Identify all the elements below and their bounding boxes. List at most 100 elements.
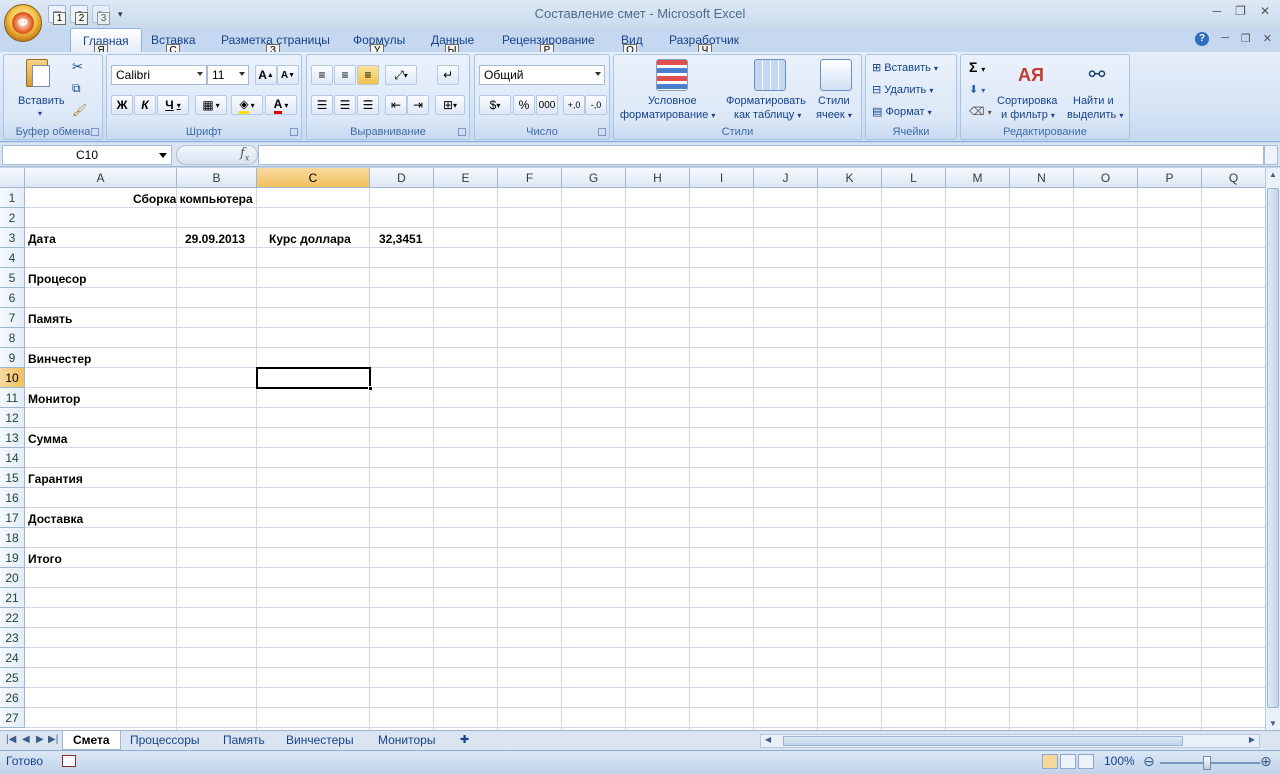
underline-button[interactable]: Ч ▾ (157, 95, 189, 115)
number-launcher-icon[interactable] (598, 128, 606, 136)
normal-view-icon[interactable] (1042, 754, 1058, 769)
row-header[interactable]: 27 (0, 708, 25, 728)
wrap-text-icon[interactable]: ↵ (437, 65, 459, 85)
row-header[interactable]: 15 (0, 468, 25, 488)
insert-function-icon[interactable]: fx (240, 146, 249, 163)
thousands-icon[interactable]: 000 (536, 95, 558, 115)
row-header[interactable]: 9 (0, 348, 25, 368)
cell-a5[interactable]: Процесор (28, 272, 87, 286)
decrease-indent-icon[interactable]: ⇤ (385, 95, 407, 115)
align-center-icon[interactable]: ☰ (334, 95, 356, 115)
column-header[interactable]: O (1074, 168, 1138, 188)
save-icon[interactable]: ▣1 (48, 5, 66, 25)
name-box[interactable]: C10 (2, 145, 172, 165)
align-top-icon[interactable]: ≡ (311, 65, 333, 85)
sheet-tab-memory[interactable]: Память (213, 731, 275, 750)
select-all-button[interactable] (0, 168, 25, 188)
insert-sheet-icon[interactable]: ✚ (450, 731, 479, 750)
column-header[interactable]: G (562, 168, 626, 188)
align-right-icon[interactable]: ☰ (357, 95, 379, 115)
cell-styles-button[interactable]: Стили ячеек ▾ (814, 57, 860, 121)
restore-icon[interactable]: ❐ (1235, 4, 1246, 18)
row-header[interactable]: 16 (0, 488, 25, 508)
cut-icon[interactable]: ✂ (72, 59, 83, 75)
copy-icon[interactable]: ⧉ (72, 81, 81, 96)
align-middle-icon[interactable]: ≡ (334, 65, 356, 85)
row-header[interactable]: 21 (0, 588, 25, 608)
doc-restore-icon[interactable]: ❐ (1241, 32, 1251, 46)
redo-icon[interactable]: ↷3 (92, 5, 110, 25)
merge-center-icon[interactable]: ⊞ ▾ (435, 95, 465, 115)
row-header[interactable]: 25 (0, 668, 25, 688)
font-size-select[interactable]: 11 (207, 65, 249, 85)
undo-icon[interactable]: ↶2 (70, 5, 88, 25)
column-header[interactable]: E (434, 168, 498, 188)
column-header[interactable]: H (626, 168, 690, 188)
sheet-tab-smeta[interactable]: Смета (62, 731, 121, 750)
column-header[interactable]: M (946, 168, 1010, 188)
cell-d3[interactable]: 32,3451 (379, 232, 422, 246)
format-painter-icon[interactable]: 🖌 (72, 103, 87, 117)
worksheet-grid[interactable]: ABCDEFGHIJKLMNOPQ 1 2 3 4 5 6 7 8 9 10 11 12 13 14 15 1… (0, 168, 1280, 730)
close-icon[interactable]: ✕ (1260, 4, 1270, 18)
zoom-out-icon[interactable]: ⊖ (1143, 753, 1155, 770)
page-layout-view-icon[interactable] (1060, 754, 1076, 769)
column-header[interactable]: A (25, 168, 177, 188)
row-header[interactable]: 22 (0, 608, 25, 628)
cell-a13[interactable]: Сумма (28, 432, 67, 446)
clear-icon[interactable]: ⌫ ▾ (969, 105, 992, 118)
column-header[interactable]: F (498, 168, 562, 188)
font-family-select[interactable]: Calibri (111, 65, 207, 85)
vertical-scrollbar[interactable]: ▲ ▼ (1265, 168, 1280, 730)
font-launcher-icon[interactable] (290, 128, 298, 136)
increase-decimal-icon[interactable]: +,0 (563, 95, 585, 115)
page-break-view-icon[interactable] (1078, 754, 1094, 769)
first-sheet-icon[interactable]: |◀ (6, 734, 16, 745)
cell-a17[interactable]: Доставка (28, 512, 83, 526)
row-header[interactable]: 18 (0, 528, 25, 548)
row-header[interactable]: 5 (0, 268, 25, 288)
row-header[interactable]: 8 (0, 328, 25, 348)
row-header[interactable]: 24 (0, 648, 25, 668)
cell-a3[interactable]: Дата (28, 232, 56, 246)
scroll-left-icon[interactable]: ◀ (765, 735, 771, 744)
percent-icon[interactable]: % (513, 95, 535, 115)
column-header[interactable]: D (370, 168, 434, 188)
fill-handle[interactable] (368, 386, 373, 391)
fill-icon[interactable]: ⬇ ▾ (969, 83, 985, 96)
cell-c3[interactable]: Курс доллара (269, 232, 351, 246)
row-header[interactable]: 20 (0, 568, 25, 588)
row-header[interactable]: 2 (0, 208, 25, 228)
row-header[interactable]: 3 (0, 228, 25, 248)
zoom-level[interactable]: 100% (1104, 754, 1135, 768)
increase-indent-icon[interactable]: ⇥ (407, 95, 429, 115)
column-header[interactable]: P (1138, 168, 1202, 188)
column-header[interactable]: N (1010, 168, 1074, 188)
sheet-tab-hdds[interactable]: Винчестеры (276, 731, 364, 750)
format-as-table-button[interactable]: Форматировать как таблицу ▾ (724, 57, 818, 121)
office-button[interactable]: Ф (4, 4, 42, 42)
column-header[interactable]: J (754, 168, 818, 188)
grow-font-icon[interactable]: A ▲ (255, 65, 277, 85)
row-header[interactable]: 12 (0, 408, 25, 428)
autosum-icon[interactable]: Σ ▾ (969, 59, 985, 75)
row-header[interactable]: 17 (0, 508, 25, 528)
borders-icon[interactable]: ▦ ▾ (195, 95, 227, 115)
doc-minimize-icon[interactable]: ─ (1221, 32, 1229, 46)
doc-close-icon[interactable]: ✕ (1263, 32, 1272, 46)
column-header[interactable]: Q (1202, 168, 1266, 188)
number-format-select[interactable]: Общий (479, 65, 605, 85)
font-color-icon[interactable]: A ▾ (265, 95, 297, 115)
row-header[interactable]: 26 (0, 688, 25, 708)
row-header[interactable]: 7 (0, 308, 25, 328)
delete-cells-button[interactable]: ⊟ Удалить ▾ (872, 83, 933, 96)
formula-input[interactable] (258, 145, 1264, 165)
bold-button[interactable]: Ж (111, 95, 133, 115)
horizontal-scroll-thumb[interactable] (783, 736, 1183, 746)
horizontal-scrollbar[interactable]: ◀ ▶ (760, 734, 1260, 748)
zoom-in-icon[interactable]: ⊕ (1260, 753, 1272, 770)
row-header[interactable]: 6 (0, 288, 25, 308)
cell-b1[interactable]: Сборка компьютера (133, 192, 253, 206)
orientation-icon[interactable]: ⤢ ▾ (385, 65, 417, 85)
cell-a11[interactable]: Монитор (28, 392, 80, 406)
